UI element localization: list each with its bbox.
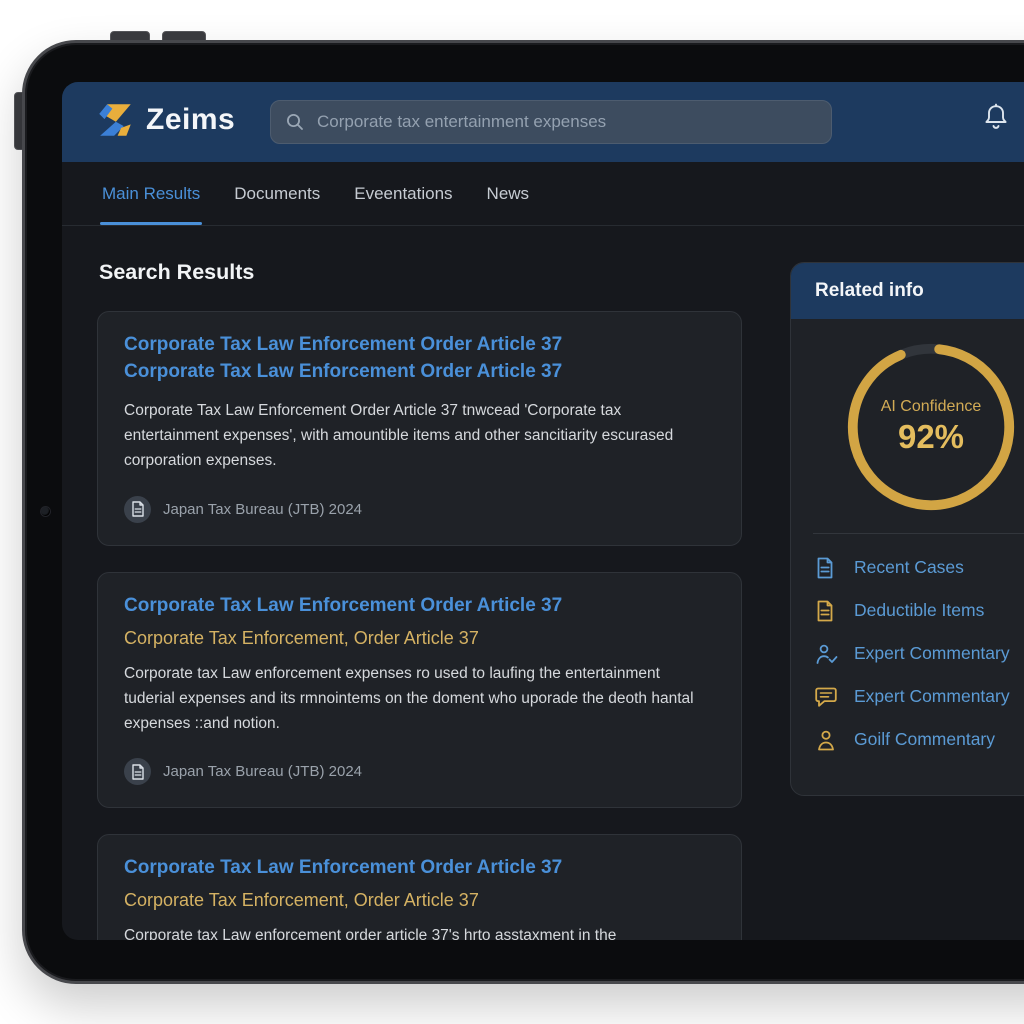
tablet-frame: Zeims Main Results Documents Eveentation… [22, 40, 1024, 984]
result-card[interactable]: Corporate Tax Law Enforcement Order Arti… [97, 572, 742, 809]
related-info-heading: Related info [791, 263, 1024, 319]
result-subtitle: Corporate Tax Enforcement, Order Article… [124, 628, 715, 649]
document-icon [815, 599, 839, 623]
result-snippet: Corporate tax Law enforcement expenses r… [124, 661, 715, 737]
person-icon [815, 728, 839, 752]
notification-bell-icon[interactable] [983, 103, 1009, 133]
brand-name: Zeims [146, 103, 235, 137]
tab-news[interactable]: News [485, 162, 532, 225]
tablet-screen: Zeims Main Results Documents Eveentation… [62, 82, 1024, 940]
source-label: Japan Tax Bureau (JTB) 2024 [163, 501, 362, 518]
related-link-goilf-commentary[interactable]: Goilf Commentary [815, 718, 1024, 761]
result-title-line[interactable]: Corporate Tax Law Enforcement Order Arti… [124, 855, 715, 882]
results-heading: Search Results [99, 260, 742, 285]
gauge-value: 92% [898, 418, 964, 456]
tab-bar: Main Results Documents Eveentations News [62, 162, 1024, 226]
zeims-logo-icon [94, 99, 136, 141]
tab-documents[interactable]: Documents [232, 162, 322, 225]
result-card[interactable]: Corporate Tax Law Enforcement Order Arti… [97, 834, 742, 940]
front-camera [41, 507, 50, 516]
source-label: Japan Tax Bureau (JTB) 2024 [163, 763, 362, 780]
related-info-panel: Related info AI Confidence 92% Recent Ca… [790, 262, 1024, 796]
person-check-icon [815, 642, 839, 666]
result-title[interactable]: Corporate Tax Law Enforcement Order Arti… [124, 332, 715, 386]
document-icon [124, 496, 151, 523]
document-icon [815, 556, 839, 580]
brand[interactable]: Zeims [94, 99, 235, 141]
result-source: Japan Tax Bureau (JTB) 2024 [124, 496, 715, 523]
result-card[interactable]: Corporate Tax Law Enforcement Order Arti… [97, 311, 742, 546]
gauge-label: AI Confidence [881, 398, 982, 416]
result-title[interactable]: Corporate Tax Law Enforcement Order Arti… [124, 855, 715, 882]
search-icon [285, 112, 305, 132]
result-subtitle: Corporate Tax Enforcement, Order Article… [124, 890, 715, 911]
results-column: Search Results Corporate Tax Law Enforce… [97, 225, 742, 940]
app-header: Zeims [62, 82, 1024, 162]
tab-main-results[interactable]: Main Results [100, 162, 202, 225]
related-link-deductible-items[interactable]: Deductible Items [815, 589, 1024, 632]
related-link-expert-commentary[interactable]: Expert Commentary [815, 632, 1024, 675]
result-snippet: Corporate Tax Law Enforcement Order Arti… [124, 398, 715, 474]
result-title-line[interactable]: Corporate Tax Law Enforcement Order Arti… [124, 593, 715, 620]
document-icon [124, 758, 151, 785]
search-bar[interactable] [270, 100, 832, 144]
speech-bubble-icon [815, 685, 839, 709]
result-title-line[interactable]: Corporate Tax Law Enforcement Order Arti… [124, 359, 715, 386]
related-link-expert-commentary[interactable]: Expert Commentary [815, 675, 1024, 718]
result-snippet: Corporate tax Law enforcement order arti… [124, 923, 715, 940]
search-input[interactable] [315, 111, 817, 133]
result-source: Japan Tax Bureau (JTB) 2024 [124, 758, 715, 785]
result-title-line[interactable]: Corporate Tax Law Enforcement Order Arti… [124, 332, 715, 359]
result-title[interactable]: Corporate Tax Law Enforcement Order Arti… [124, 593, 715, 620]
tab-eveentations[interactable]: Eveentations [352, 162, 454, 225]
panel-divider [813, 533, 1024, 534]
related-link-recent-cases[interactable]: Recent Cases [815, 546, 1024, 589]
ai-confidence-gauge: AI Confidence 92% [843, 339, 1019, 515]
related-links-list: Recent Cases Deductible Items Expert Com… [791, 540, 1024, 761]
